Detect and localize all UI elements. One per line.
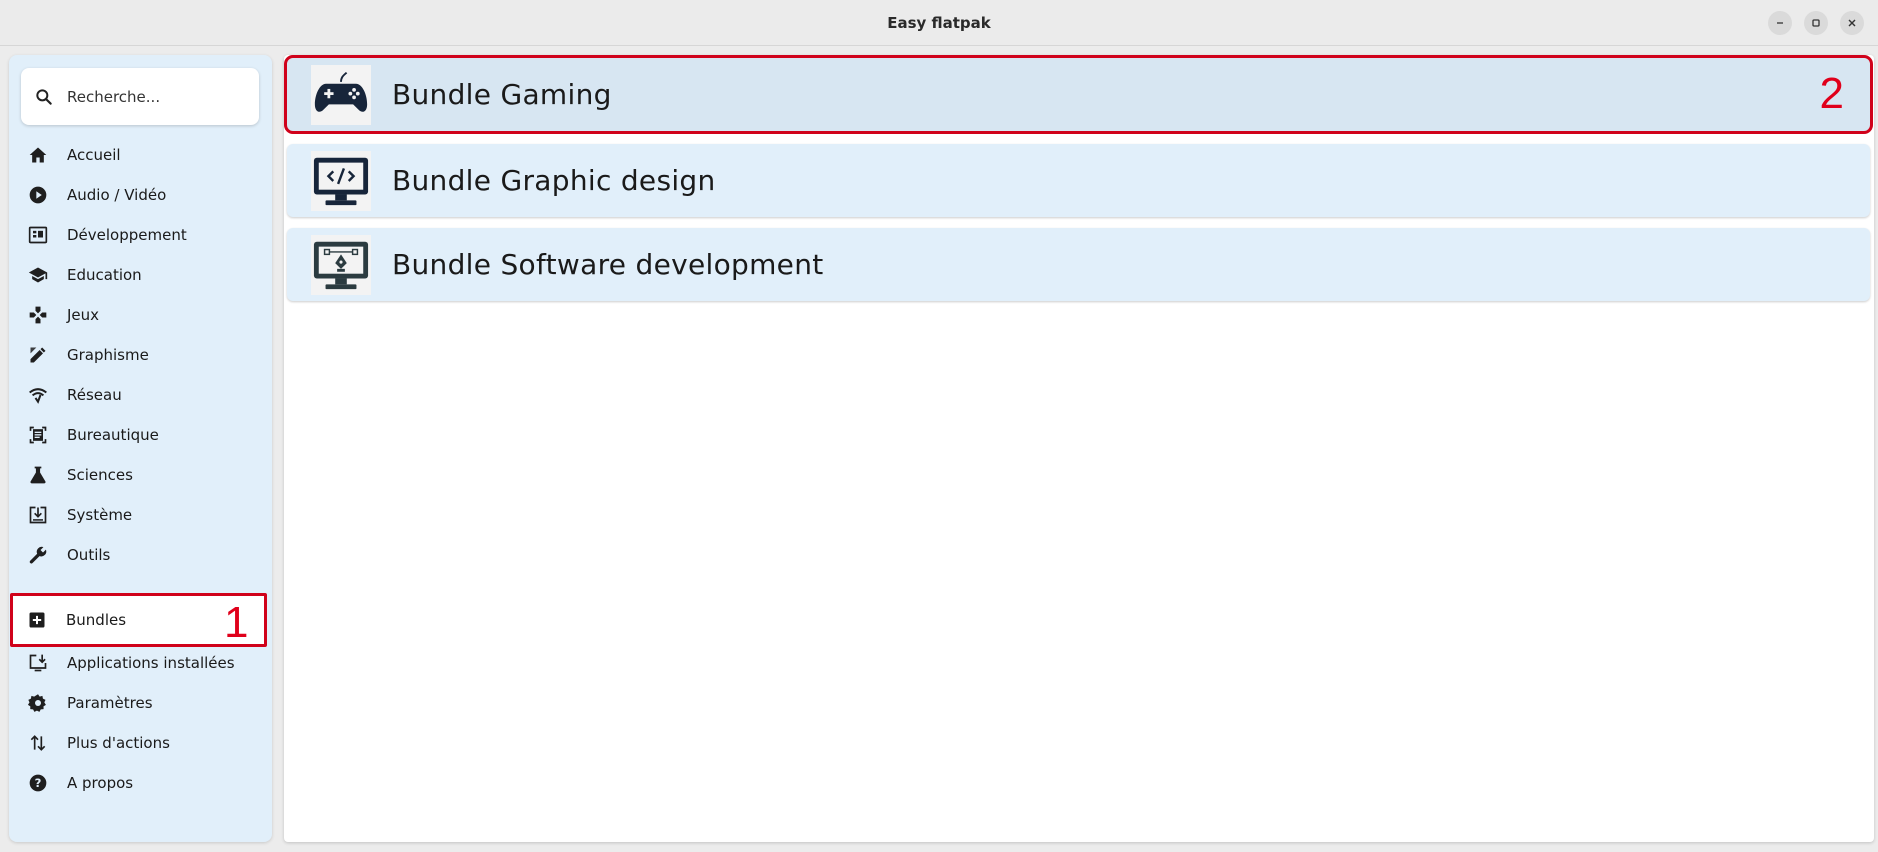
close-button[interactable] [1840,11,1864,35]
sidebar-item-label: Outils [67,546,111,564]
sidebar-item-label: Bundles [66,611,127,629]
search-icon [36,88,52,105]
school-icon [26,263,50,287]
installed-icon [26,651,50,675]
design-icon [26,343,50,367]
bundle-list: Bundle Gaming 2 Bundle Graphic design Bu… [284,55,1874,842]
sidebar-item-plus-actions[interactable]: Plus d'actions [11,723,266,763]
sidebar-item-graphisme[interactable]: Graphisme [11,335,266,375]
bundle-row-graphic-design[interactable]: Bundle Graphic design [287,144,1870,217]
maximize-button[interactable] [1804,11,1828,35]
sidebar-item-label: Paramètres [67,694,153,712]
minimize-icon [1777,22,1783,24]
sidebar-item-label: Réseau [67,386,122,404]
bundle-name: Bundle Gaming [392,78,612,111]
sidebar-item-audio-video[interactable]: Audio / Vidéo [11,175,266,215]
svg-text:?: ? [35,776,42,790]
close-icon [1848,19,1856,27]
sidebar-item-label: A propos [67,774,134,792]
sidebar-item-label: Bureautique [67,426,159,444]
flask-icon [26,463,50,487]
bundle-row-gaming[interactable]: Bundle Gaming 2 [284,55,1873,134]
maximize-icon [1812,19,1820,27]
network-icon [26,383,50,407]
title-bar: Easy flatpak [0,0,1878,46]
search-input[interactable] [67,87,237,106]
add-box-icon [25,608,49,632]
sidebar-item-label: Applications installées [67,654,235,672]
help-icon: ? [26,771,50,795]
sidebar-item-developpement[interactable]: Développement [11,215,266,255]
sidebar-item-label: Plus d'actions [67,734,170,752]
sidebar-item-bundles[interactable]: Bundles 1 [10,593,267,647]
sidebar-item-a-propos[interactable]: ? A propos [11,763,266,803]
gamepad-icon [311,64,371,125]
annotation-marker-2: 2 [1819,69,1844,118]
document-icon [26,423,50,447]
sidebar-item-label: Jeux [67,306,100,324]
minimize-button[interactable] [1768,11,1792,35]
sidebar-item-systeme[interactable]: Système [11,495,266,535]
sidebar-item-reseau[interactable]: Réseau [11,375,266,415]
search-box[interactable] [21,68,259,125]
window-title: Easy flatpak [887,13,991,32]
monitor-code-icon [311,150,371,211]
monitor-pen-icon [311,234,371,295]
sidebar-item-jeux[interactable]: Jeux [11,295,266,335]
system-icon [26,503,50,527]
sidebar-item-label: Sciences [67,466,133,484]
bundle-row-software-development[interactable]: Bundle Software development [287,228,1870,301]
sidebar: Accueil Audio / Vidéo Développement Educ… [9,55,272,842]
sidebar-item-label: Graphisme [67,346,149,364]
window-controls [1768,11,1864,35]
sidebar-item-label: Accueil [67,146,121,164]
bundle-name: Bundle Graphic design [392,164,716,197]
home-icon [26,143,50,167]
sidebar-item-applications-installees[interactable]: Applications installées [11,643,266,683]
swap-icon [26,731,50,755]
wrench-icon [26,543,50,567]
gear-icon [26,691,50,715]
sidebar-item-accueil[interactable]: Accueil [11,135,266,175]
code-icon [26,223,50,247]
sidebar-item-bureautique[interactable]: Bureautique [11,415,266,455]
play-circle-icon [26,183,50,207]
sidebar-item-label: Développement [67,226,187,244]
annotation-marker-1: 1 [224,598,249,647]
sidebar-item-parametres[interactable]: Paramètres [11,683,266,723]
sidebar-item-label: Education [67,266,142,284]
bundle-name: Bundle Software development [392,248,824,281]
sidebar-item-label: Audio / Vidéo [67,186,167,204]
sidebar-item-education[interactable]: Education [11,255,266,295]
gamepad-icon [26,303,50,327]
sidebar-item-sciences[interactable]: Sciences [11,455,266,495]
sidebar-item-outils[interactable]: Outils [11,535,266,575]
sidebar-item-label: Système [67,506,133,524]
